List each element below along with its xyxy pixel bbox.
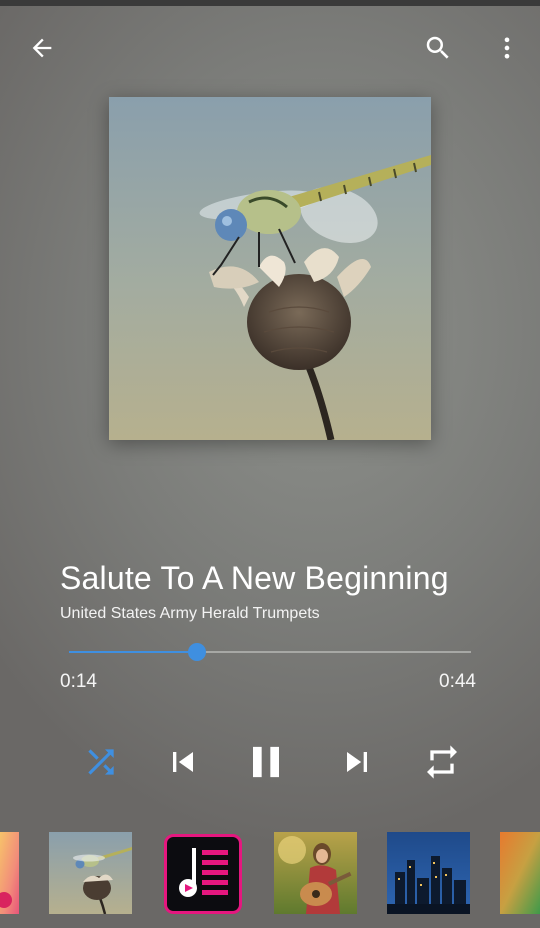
search-button[interactable] bbox=[418, 28, 458, 68]
track-title: Salute To A New Beginning bbox=[60, 560, 449, 596]
previous-track-button[interactable] bbox=[157, 736, 209, 788]
skip-next-icon bbox=[347, 752, 367, 772]
seek-bar-thumb[interactable] bbox=[187, 643, 206, 661]
guitar-girl-artwork-image bbox=[274, 832, 357, 914]
city-skyline-artwork-image bbox=[387, 832, 470, 914]
queue-item[interactable] bbox=[164, 834, 242, 914]
dragonfly-artwork-image bbox=[49, 832, 132, 914]
dragonfly-artwork-image bbox=[109, 97, 431, 440]
shuffle-icon bbox=[88, 749, 114, 775]
queue-item[interactable] bbox=[0, 832, 19, 914]
elapsed-time: 0:14 bbox=[60, 671, 97, 692]
status-bar-strip bbox=[0, 0, 540, 6]
more-vertical-icon bbox=[504, 37, 510, 59]
queue-item[interactable] bbox=[387, 832, 470, 914]
search-icon bbox=[426, 36, 449, 59]
gradient-artwork-image bbox=[500, 832, 540, 914]
next-track-button[interactable] bbox=[331, 736, 383, 788]
skip-previous-icon bbox=[173, 752, 193, 772]
repeat-button[interactable] bbox=[416, 736, 468, 788]
queue-item[interactable] bbox=[500, 832, 540, 914]
play-pause-button[interactable] bbox=[238, 734, 294, 790]
shuffle-button[interactable] bbox=[75, 736, 127, 788]
seek-bar-progress bbox=[69, 651, 197, 653]
seek-bar[interactable] bbox=[69, 643, 471, 661]
total-time: 0:44 bbox=[439, 671, 476, 692]
queue-item-current[interactable] bbox=[49, 832, 132, 914]
queue-item[interactable] bbox=[274, 832, 357, 914]
music-app-icon bbox=[164, 834, 242, 914]
abstract-artwork-image bbox=[0, 832, 19, 914]
repeat-icon bbox=[427, 745, 457, 779]
pause-icon bbox=[253, 746, 279, 778]
back-button[interactable] bbox=[22, 28, 62, 68]
more-options-button[interactable] bbox=[487, 28, 527, 68]
arrow-left-icon bbox=[32, 38, 52, 58]
album-artwork bbox=[109, 97, 431, 440]
track-artist: United States Army Herald Trumpets bbox=[60, 605, 320, 622]
